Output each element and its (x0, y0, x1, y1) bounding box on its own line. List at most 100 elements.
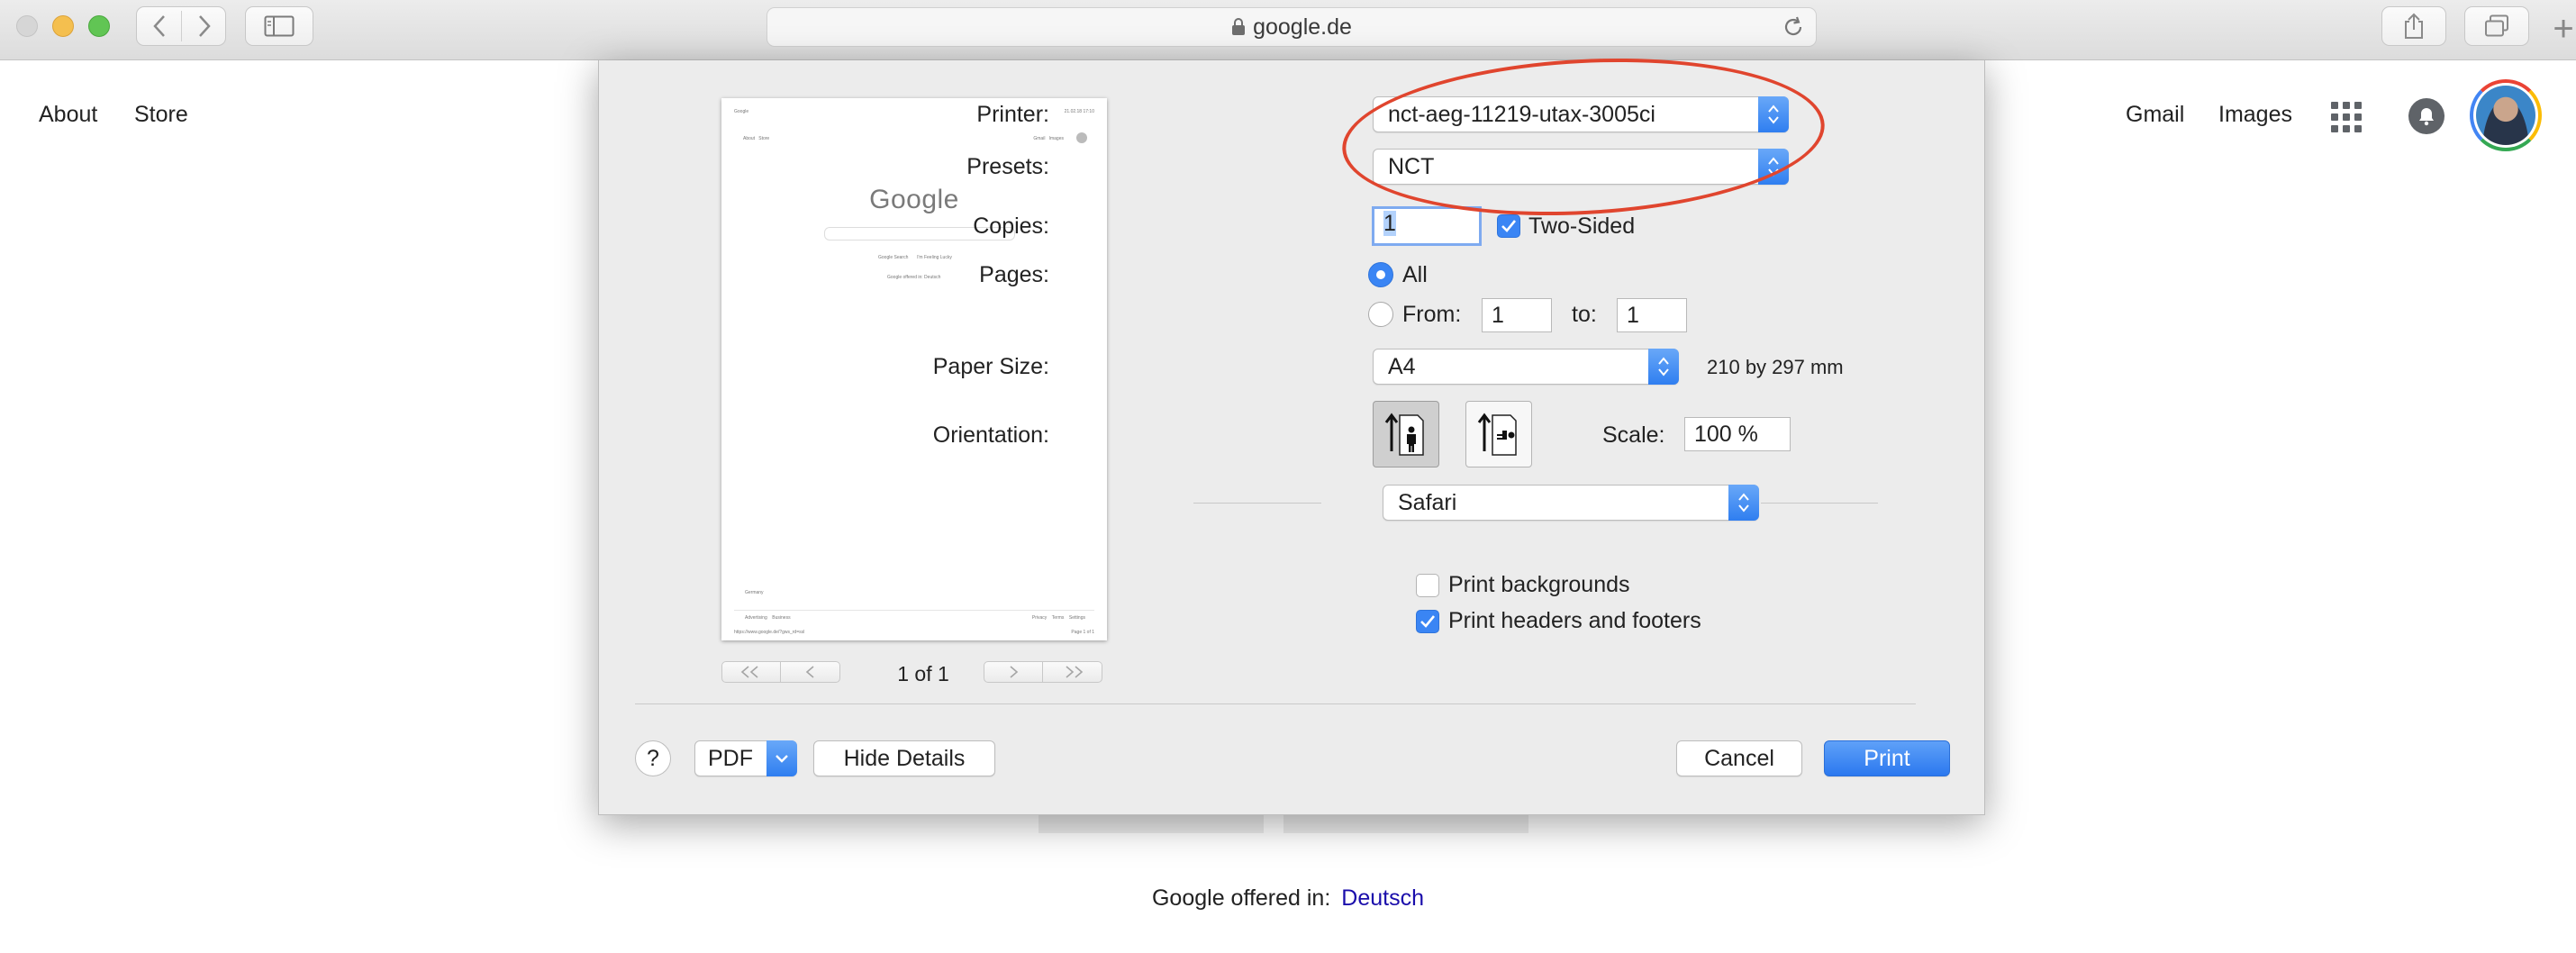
preview-page-number: Page 1 of 1 (1071, 630, 1094, 635)
last-page-button[interactable] (1043, 661, 1102, 683)
checkmark-icon (1501, 220, 1517, 232)
paper-size-select[interactable]: A4 (1373, 349, 1679, 385)
offered-in-label: Google offered in: (1151, 885, 1331, 911)
print-backgrounds-checkbox[interactable] (1416, 574, 1439, 597)
print-backgrounds-label: Print backgrounds (1448, 572, 1630, 597)
preview-buttons: Google Search I'm Feeling Lucky (878, 255, 952, 260)
about-link[interactable]: About (39, 102, 97, 128)
pages-to-field[interactable]: 1 (1617, 298, 1687, 332)
application-section-value: Safari (1398, 490, 1457, 515)
updown-arrows-icon (1648, 349, 1679, 385)
portrait-orientation-icon (1384, 413, 1424, 456)
pages-to-value: 1 (1627, 303, 1639, 328)
scale-field[interactable]: 100 % (1684, 417, 1791, 451)
minimize-window-button[interactable] (52, 15, 74, 37)
back-button[interactable] (137, 7, 181, 45)
previous-page-button[interactable] (781, 661, 840, 683)
orientation-portrait-button[interactable] (1373, 401, 1439, 467)
application-section-select[interactable]: Safari (1383, 485, 1759, 521)
paper-size-label: Paper Size: (932, 354, 1049, 379)
section-divider-left (1193, 503, 1321, 504)
copies-value: 1 (1383, 211, 1396, 236)
section-divider-right (1761, 503, 1878, 504)
pages-all-label: All (1402, 262, 1428, 287)
help-button[interactable]: ? (635, 740, 671, 776)
pages-from-label: From: (1402, 302, 1462, 327)
chevron-right-icon (198, 15, 211, 37)
preview-footer-country: Germany (745, 590, 764, 595)
bottom-divider (635, 703, 1916, 704)
page-count: 1 of 1 (897, 662, 949, 685)
two-sided-label: Two-Sided (1528, 213, 1636, 239)
show-tabs-button[interactable] (2464, 6, 2529, 46)
pages-label: Pages: (979, 262, 1049, 287)
search-button-ghost (1039, 815, 1264, 833)
forward-button[interactable] (182, 7, 226, 45)
print-headers-footers-label: Print headers and footers (1448, 608, 1701, 633)
next-page-button[interactable] (984, 661, 1043, 683)
url-display: google.de (767, 8, 1816, 46)
preview-offered: Google offered in: Deutsch (887, 275, 941, 280)
double-chevron-right-icon (1065, 666, 1083, 678)
share-button[interactable] (2381, 6, 2446, 46)
preview-footer-line (734, 610, 1094, 611)
two-sided-checkbox[interactable] (1497, 214, 1520, 238)
store-link[interactable]: Store (134, 102, 188, 128)
language-offer: Google offered in: Deutsch (0, 885, 2576, 912)
gmail-link[interactable]: Gmail (2126, 102, 2184, 128)
print-headers-footers-checkbox[interactable] (1416, 610, 1439, 633)
chevron-left-icon (152, 15, 165, 37)
images-link[interactable]: Images (2218, 102, 2292, 128)
pages-from-field[interactable]: 1 (1482, 298, 1552, 332)
updown-arrows-icon (1728, 485, 1759, 521)
pdf-label: PDF (708, 746, 753, 771)
language-link-deutsch[interactable]: Deutsch (1341, 885, 1424, 911)
preview-page-url: https://www.google.de/?gws_rd=ssl (734, 630, 805, 635)
scale-value: 100 % (1694, 422, 1758, 447)
paper-size-value: A4 (1388, 354, 1416, 379)
notifications-bell-icon[interactable] (2408, 98, 2444, 134)
paper-size-dimensions: 210 by 297 mm (1707, 356, 1844, 378)
preview-header-title: Google (734, 109, 749, 114)
back-forward-group (136, 6, 226, 46)
copies-field[interactable]: 1 (1372, 206, 1482, 246)
hide-details-button[interactable]: Hide Details (813, 740, 995, 776)
reload-icon[interactable] (1782, 15, 1805, 39)
presets-label: Presets: (966, 154, 1049, 179)
pages-to-label: to: (1572, 302, 1597, 327)
checkmark-icon (1420, 615, 1436, 628)
preview-avatar (1076, 132, 1087, 143)
lucky-button-ghost (1283, 815, 1528, 833)
zoom-window-button[interactable] (88, 15, 110, 37)
sidebar-toggle-button[interactable] (245, 6, 313, 46)
chevron-left-icon (805, 666, 814, 678)
new-tab-button[interactable]: + (2547, 9, 2576, 49)
preview-pager-forward (984, 661, 1102, 685)
scale-label: Scale: (1602, 422, 1665, 448)
preview-nav-left: About Store (743, 136, 770, 141)
orientation-landscape-button[interactable] (1465, 401, 1532, 467)
double-chevron-left-icon (740, 666, 758, 678)
landscape-orientation-icon (1477, 413, 1517, 456)
url-text: google.de (1253, 14, 1352, 40)
print-button[interactable]: Print (1824, 740, 1950, 776)
chevron-down-icon (766, 740, 797, 776)
google-apps-icon[interactable] (2331, 102, 2362, 132)
close-window-button[interactable] (16, 15, 38, 37)
preview-footer-right: Privacy Terms Settings (1031, 615, 1085, 621)
printer-label: Printer: (976, 102, 1049, 127)
chevron-right-icon (1010, 666, 1019, 678)
pages-from-value: 1 (1492, 303, 1504, 328)
avatar-photo (2476, 86, 2535, 145)
account-avatar[interactable] (2470, 79, 2542, 151)
plus-icon: + (2553, 9, 2574, 49)
pages-range-radio[interactable] (1368, 302, 1393, 327)
cancel-button[interactable]: Cancel (1676, 740, 1802, 776)
pages-all-radio[interactable] (1368, 262, 1393, 287)
first-page-button[interactable] (721, 661, 781, 683)
preview-footer-left: Advertising Business (745, 615, 791, 621)
preview-pager-back (721, 661, 840, 685)
address-bar[interactable]: google.de (766, 7, 1817, 47)
preview-nav-right: Gmail Images (1033, 136, 1064, 141)
pdf-menu-button[interactable]: PDF (694, 740, 797, 776)
